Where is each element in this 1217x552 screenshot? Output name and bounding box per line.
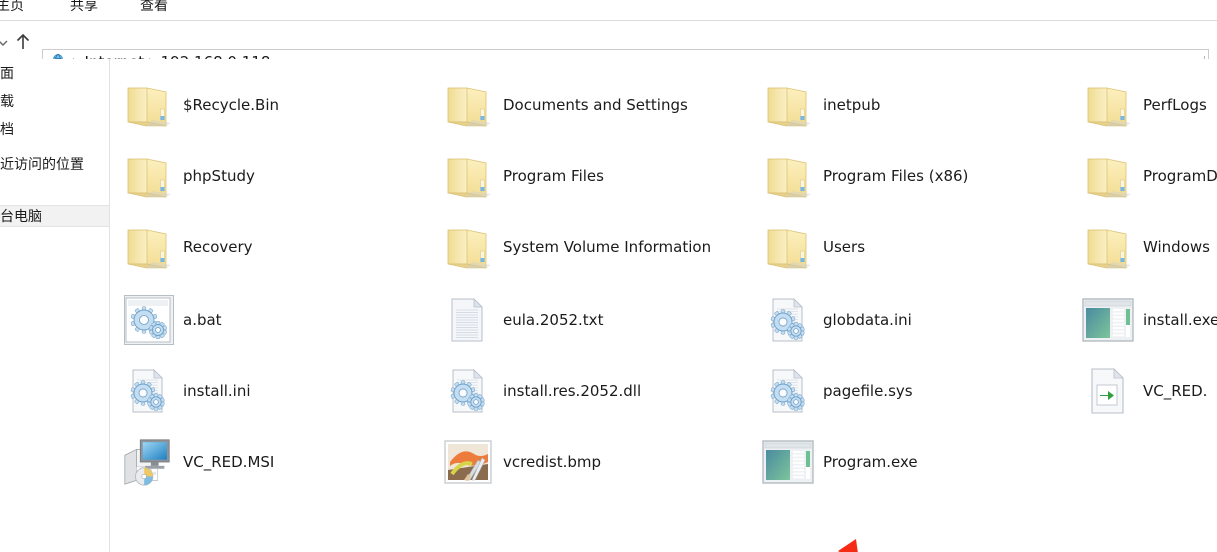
file-item[interactable]: install.ini [121, 360, 251, 422]
file-item-label: Windows [1143, 238, 1210, 256]
folder-icon [761, 149, 815, 203]
gears-file-icon [761, 293, 815, 347]
file-item-label: $Recycle.Bin [183, 96, 280, 114]
file-item[interactable]: Windows [1081, 216, 1210, 278]
file-item[interactable]: inetpub [761, 74, 880, 136]
file-item-label: VC_RED.MSI [183, 453, 275, 471]
file-item[interactable]: Program Files [441, 145, 604, 207]
sidebar-item-label: 这台电脑 [0, 209, 42, 225]
file-item[interactable]: System Volume Information [441, 216, 711, 278]
file-item-label: PerfLogs [1143, 96, 1207, 114]
application-window-icon [1081, 293, 1135, 347]
file-item[interactable]: install.exe [1081, 289, 1217, 351]
folder-icon [761, 78, 815, 132]
chevron-down-small-icon[interactable] [0, 35, 10, 49]
file-item[interactable]: install.res.2052.dll [441, 360, 641, 422]
file-item[interactable]: Program.exe [761, 431, 918, 493]
file-item-label: a.bat [183, 311, 222, 329]
file-item-label: ProgramData [1143, 167, 1217, 185]
folder-icon [441, 78, 495, 132]
file-item-label: globdata.ini [823, 311, 912, 329]
folder-icon [121, 78, 175, 132]
file-item-label: vcredist.bmp [503, 453, 601, 471]
file-item-label: install.ini [183, 382, 251, 400]
file-item[interactable]: globdata.ini [761, 289, 912, 351]
green-arrow-file-icon [1081, 364, 1135, 418]
file-item[interactable]: PerfLogs [1081, 74, 1207, 136]
folder-icon [1081, 78, 1135, 132]
file-item-label: Recovery [183, 238, 253, 256]
file-item[interactable]: VC_RED.MSI [121, 431, 274, 493]
file-list-grid: $Recycle.Bin Documents and Settings inet… [111, 59, 1217, 552]
tab-view[interactable]: 查看 [140, 0, 168, 17]
address-bar-row: ▸ Internet ▸ 192.168.0.118 [0, 21, 1217, 74]
bitmap-image-icon [441, 435, 495, 489]
folder-icon [121, 149, 175, 203]
file-item[interactable]: Program Files (x86) [761, 145, 968, 207]
file-item[interactable]: phpStudy [121, 145, 255, 207]
file-item-label: Program.exe [823, 453, 918, 471]
tab-share[interactable]: 共享 [70, 0, 98, 17]
file-item[interactable]: ProgramData [1081, 145, 1217, 207]
file-item[interactable]: Users [761, 216, 865, 278]
folder-icon [1081, 220, 1135, 274]
sidebar-item-downloads[interactable]: 下载 [0, 91, 14, 113]
file-item-label: Program Files [503, 167, 604, 185]
file-item[interactable]: a.bat [121, 289, 222, 351]
file-item-label: phpStudy [183, 167, 255, 185]
file-item-label: install.exe [1143, 311, 1217, 329]
file-item-label: install.res.2052.dll [503, 382, 642, 400]
file-item[interactable]: $Recycle.Bin [121, 74, 279, 136]
folder-icon [761, 220, 815, 274]
file-item-label: Program Files (x86) [823, 167, 969, 185]
folder-icon [441, 149, 495, 203]
sidebar-item-this-pc[interactable]: 这台电脑 [0, 205, 109, 227]
arrow-up-icon[interactable] [12, 31, 34, 53]
navigation-pane: 桌面 下载 文档 最近访问的位置 这台电脑 [0, 59, 110, 552]
sidebar-item-label: 最近访问的位置 [0, 157, 84, 173]
application-window-icon [761, 435, 815, 489]
file-item-label: Documents and Settings [503, 96, 688, 114]
file-item[interactable]: Documents and Settings [441, 74, 688, 136]
explorer-body: 桌面 下载 文档 最近访问的位置 这台电脑 [0, 59, 1217, 552]
sidebar-item-documents[interactable]: 文档 [0, 119, 14, 141]
folder-icon [121, 220, 175, 274]
tab-home[interactable]: 主页 [0, 0, 24, 17]
file-item-label: VC_RED. [1143, 382, 1208, 400]
file-item-label: eula.2052.txt [503, 311, 604, 329]
gears-file-icon [761, 364, 815, 418]
file-item-label: System Volume Information [503, 238, 712, 256]
file-item[interactable]: VC_RED. [1081, 360, 1207, 422]
gears-file-icon [121, 364, 175, 418]
sidebar-item-label: 文档 [0, 122, 14, 138]
file-item-label: Users [823, 238, 866, 256]
file-item-label: inetpub [823, 96, 881, 114]
explorer-window: 主页 共享 查看 面 载 档 近访问的位置 台电脑 $Recycle.Bin D… [0, 0, 1217, 552]
sidebar-item-label: 下载 [0, 94, 14, 110]
file-item[interactable]: Recovery [121, 216, 253, 278]
file-item-label: pagefile.sys [823, 382, 913, 400]
file-item[interactable]: vcredist.bmp [441, 431, 601, 493]
sidebar-item-label: 桌面 [0, 66, 14, 82]
ribbon-tab-strip: 主页 共享 查看 [0, 0, 1217, 21]
file-item[interactable]: pagefile.sys [761, 360, 913, 422]
gears-file-icon [441, 364, 495, 418]
sidebar-item-desktop[interactable]: 桌面 [0, 63, 14, 85]
file-item[interactable]: eula.2052.txt [441, 289, 603, 351]
sidebar-item-recent-places[interactable]: 最近访问的位置 [0, 154, 84, 176]
msi-installer-icon [121, 435, 175, 489]
folder-icon [441, 220, 495, 274]
text-file-icon [441, 293, 495, 347]
gears-thumbnail-icon [121, 293, 175, 347]
folder-icon [1081, 149, 1135, 203]
